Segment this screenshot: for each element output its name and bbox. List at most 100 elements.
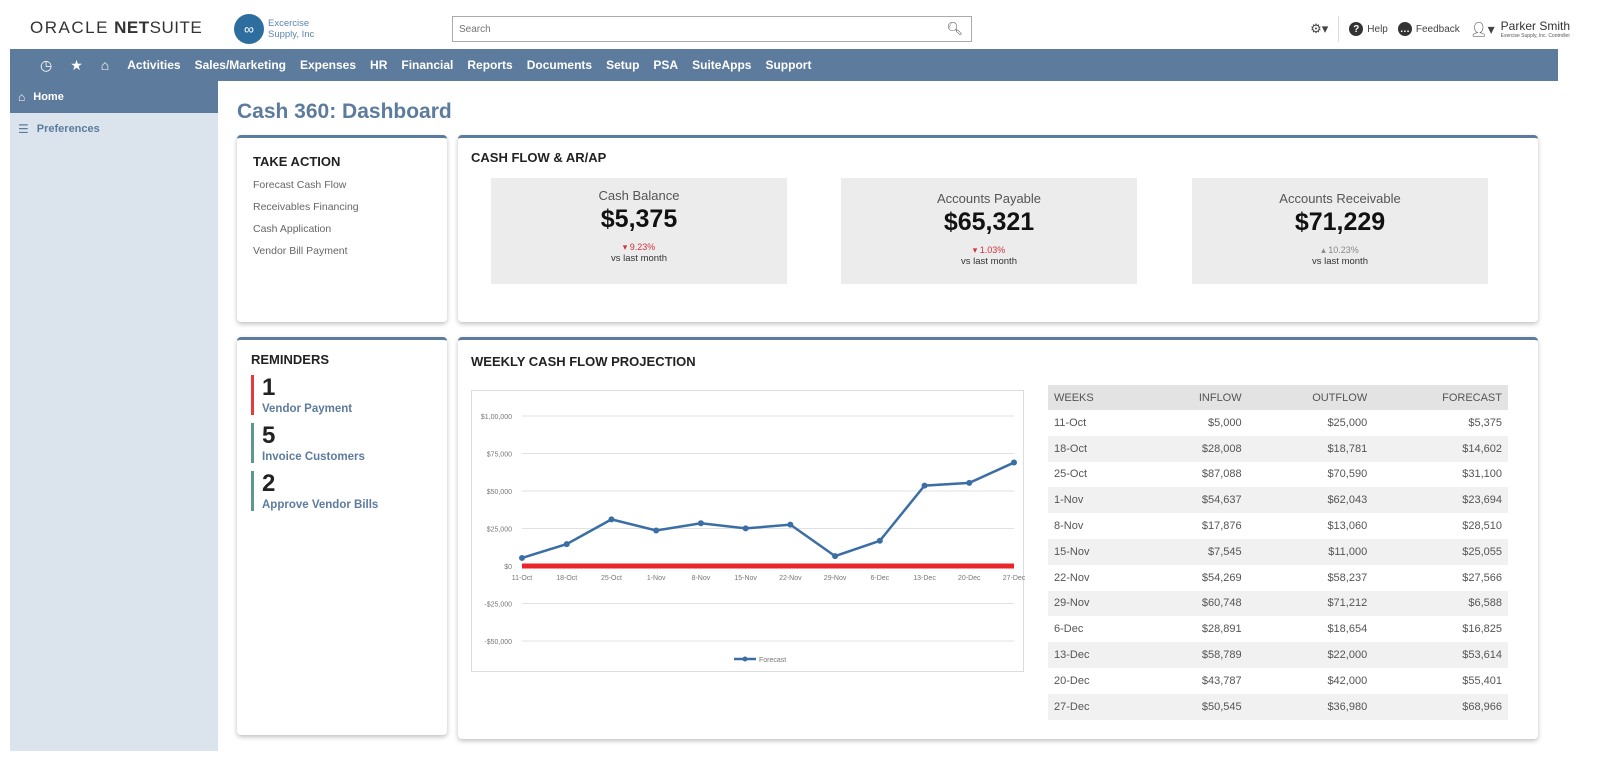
- x-tick-label: 22-Nov: [779, 575, 802, 582]
- company-logo[interactable]: ∞ Excercise Supply, Inc: [234, 14, 314, 44]
- cell-week: 8-Nov: [1054, 520, 1084, 533]
- feedback-icon: …: [1397, 22, 1412, 36]
- help-label: Help: [1367, 23, 1388, 35]
- user-role: Exercise Supply, Inc. Controller: [1500, 32, 1570, 39]
- table-row: 18-Oct $28,008 $18,781 $14,602: [1048, 435, 1508, 462]
- cell-forecast: $6,588: [1373, 590, 1508, 617]
- cell-week: 29-Nov: [1048, 590, 1145, 617]
- nav-financial[interactable]: Financial: [401, 58, 453, 72]
- recent-records-icon[interactable]: ⚙▾: [1310, 21, 1328, 37]
- cell-outflow: $36,980: [1247, 693, 1374, 720]
- legend-marker: [742, 656, 748, 662]
- global-search[interactable]: 🔍︎: [452, 16, 972, 42]
- data-point: [519, 554, 525, 561]
- cell-forecast: $27,566: [1462, 571, 1502, 584]
- search-input[interactable]: [453, 17, 933, 41]
- table-row: 22-Nov $54,269 $58,237 $27,566: [1048, 565, 1508, 591]
- forecast-chart: $1,00,000 $75,000 $50,000 $25,000 $0 -$25,000…: [471, 390, 1026, 672]
- sidebar-item-preferences[interactable]: ☰ Preferences: [10, 113, 218, 145]
- cell-inflow: $7,545: [1144, 538, 1248, 565]
- help-icon: ?: [1349, 22, 1364, 36]
- cell-week: 11-Oct: [1054, 416, 1087, 429]
- cell-inflow: $43,787: [1201, 674, 1242, 687]
- recent-history-icon[interactable]: ◷: [40, 57, 52, 74]
- cell-forecast: $16,825: [1462, 623, 1502, 636]
- nav-activities[interactable]: Activities: [127, 58, 180, 72]
- vendor-bill-payment-link[interactable]: Vendor Bill Payment: [253, 245, 431, 257]
- cash-application-link[interactable]: Cash Application: [253, 223, 431, 235]
- reminder-count: 2: [262, 470, 276, 497]
- cell-week: 6-Dec: [1054, 623, 1084, 636]
- cell-inflow: $28,891: [1201, 623, 1242, 636]
- reminder-approve-vendor-bills[interactable]: 2 Approve Vendor Bills: [251, 471, 433, 511]
- kpi-accounts-receivable[interactable]: Accounts Receivable $71,229 ▴ 10.23% vs …: [1192, 178, 1488, 284]
- user-menu[interactable]: 👤︎▾ Parker Smith Exercise Supply, Inc. C…: [1469, 19, 1570, 39]
- y-tick-label: -$50,000: [484, 639, 512, 646]
- cell-inflow: $5,000: [1207, 416, 1242, 429]
- role-switch-icon: 👤︎▾: [1469, 20, 1495, 37]
- forecast-cash-flow-link[interactable]: Forecast Cash Flow: [253, 179, 431, 191]
- reminder-label[interactable]: Vendor Payment: [262, 403, 433, 415]
- cell-inflow: $50,545: [1144, 693, 1248, 720]
- kpi-cash-balance[interactable]: Cash Balance $5,375 ▾ 9.23% vs last mont…: [491, 178, 787, 284]
- home-icon[interactable]: ⌂: [101, 57, 109, 73]
- netsuite-logo[interactable]: ORACLE NETSUITE: [30, 18, 202, 38]
- nav-sales-marketing[interactable]: Sales/Marketing: [195, 58, 286, 72]
- reminder-count: 5: [262, 422, 276, 449]
- x-tick-label: 8-Nov: [692, 575, 711, 582]
- data-point: [787, 521, 794, 528]
- col-inflow: INFLOW: [1144, 385, 1248, 410]
- reminder-label[interactable]: Invoice Customers: [262, 451, 433, 463]
- kpi-change: 1.03%: [979, 245, 1006, 255]
- nav-documents[interactable]: Documents: [527, 58, 592, 72]
- data-point: [966, 479, 973, 486]
- cell-inflow: $28,008: [1144, 435, 1248, 462]
- reminder-count: 1: [262, 374, 276, 401]
- cell-forecast: $28,510: [1462, 520, 1502, 533]
- favorites-star-icon[interactable]: ★: [70, 57, 83, 74]
- cell-week: 15-Nov: [1048, 538, 1145, 565]
- nav-expenses[interactable]: Expenses: [300, 58, 356, 72]
- table-row: 8-Nov $17,876 $13,060 $28,510: [1048, 513, 1508, 539]
- sidebar: ⌂ Home ☰ Preferences: [10, 81, 218, 751]
- weekly-projection-title: WEEKLY CASH FLOW PROJECTION: [471, 354, 696, 369]
- nav-psa[interactable]: PSA: [653, 58, 678, 72]
- trend-down-icon: ▾: [622, 242, 630, 252]
- feedback-link[interactable]: … Feedback: [1397, 22, 1460, 36]
- cell-outflow: $22,000: [1247, 642, 1374, 668]
- cell-outflow: $13,060: [1327, 520, 1368, 533]
- reminder-vendor-payment[interactable]: 1 Vendor Payment: [251, 375, 433, 415]
- kpi-value: $71,229: [1294, 208, 1386, 236]
- y-tick-label: $75,000: [487, 452, 512, 459]
- cash-flow-title: CASH FLOW & AR/AP: [471, 150, 607, 165]
- take-action-card: TAKE ACTION Forecast Cash Flow Receivabl…: [237, 135, 447, 322]
- x-tick-label: 25-Oct: [601, 575, 622, 582]
- x-tick-label: 15-Nov: [734, 575, 757, 582]
- y-tick-label: $1,00,000: [481, 414, 512, 421]
- receivables-financing-link[interactable]: Receivables Financing: [253, 201, 431, 213]
- table-header-row: WEEKS INFLOW OUTFLOW FORECAST: [1048, 385, 1508, 410]
- top-bar: ORACLE NETSUITE ∞ Excercise Supply, Inc …: [10, 0, 1590, 49]
- logo-oracle-text: ORACLE: [30, 18, 109, 37]
- nav-setup[interactable]: Setup: [606, 58, 639, 72]
- nav-support[interactable]: Support: [765, 58, 811, 72]
- kpi-accounts-payable[interactable]: Accounts Payable $65,321 ▾ 1.03% vs last…: [841, 178, 1137, 284]
- cell-outflow: $25,000: [1327, 416, 1368, 429]
- cell-inflow: $87,088: [1201, 468, 1242, 481]
- data-point: [563, 541, 570, 548]
- reminder-label[interactable]: Approve Vendor Bills: [262, 499, 433, 511]
- home-icon: ⌂: [18, 90, 26, 104]
- nav-reports[interactable]: Reports: [467, 58, 512, 72]
- help-link[interactable]: ? Help: [1349, 22, 1388, 36]
- toolbar-divider: [1338, 16, 1340, 42]
- x-tick-label: 29-Nov: [824, 575, 847, 582]
- search-icon[interactable]: 🔍︎: [946, 21, 963, 37]
- kpi-sub: vs last month: [611, 253, 667, 264]
- company-cloud-icon: ∞: [234, 14, 264, 44]
- nav-hr[interactable]: HR: [370, 58, 387, 72]
- sidebar-item-home[interactable]: ⌂ Home: [10, 81, 218, 113]
- x-tick-label: 6-Dec: [870, 575, 889, 582]
- y-tick-label: $0: [504, 564, 512, 571]
- nav-suiteapps[interactable]: SuiteApps: [692, 58, 751, 72]
- reminder-invoice-customers[interactable]: 5 Invoice Customers: [251, 423, 433, 463]
